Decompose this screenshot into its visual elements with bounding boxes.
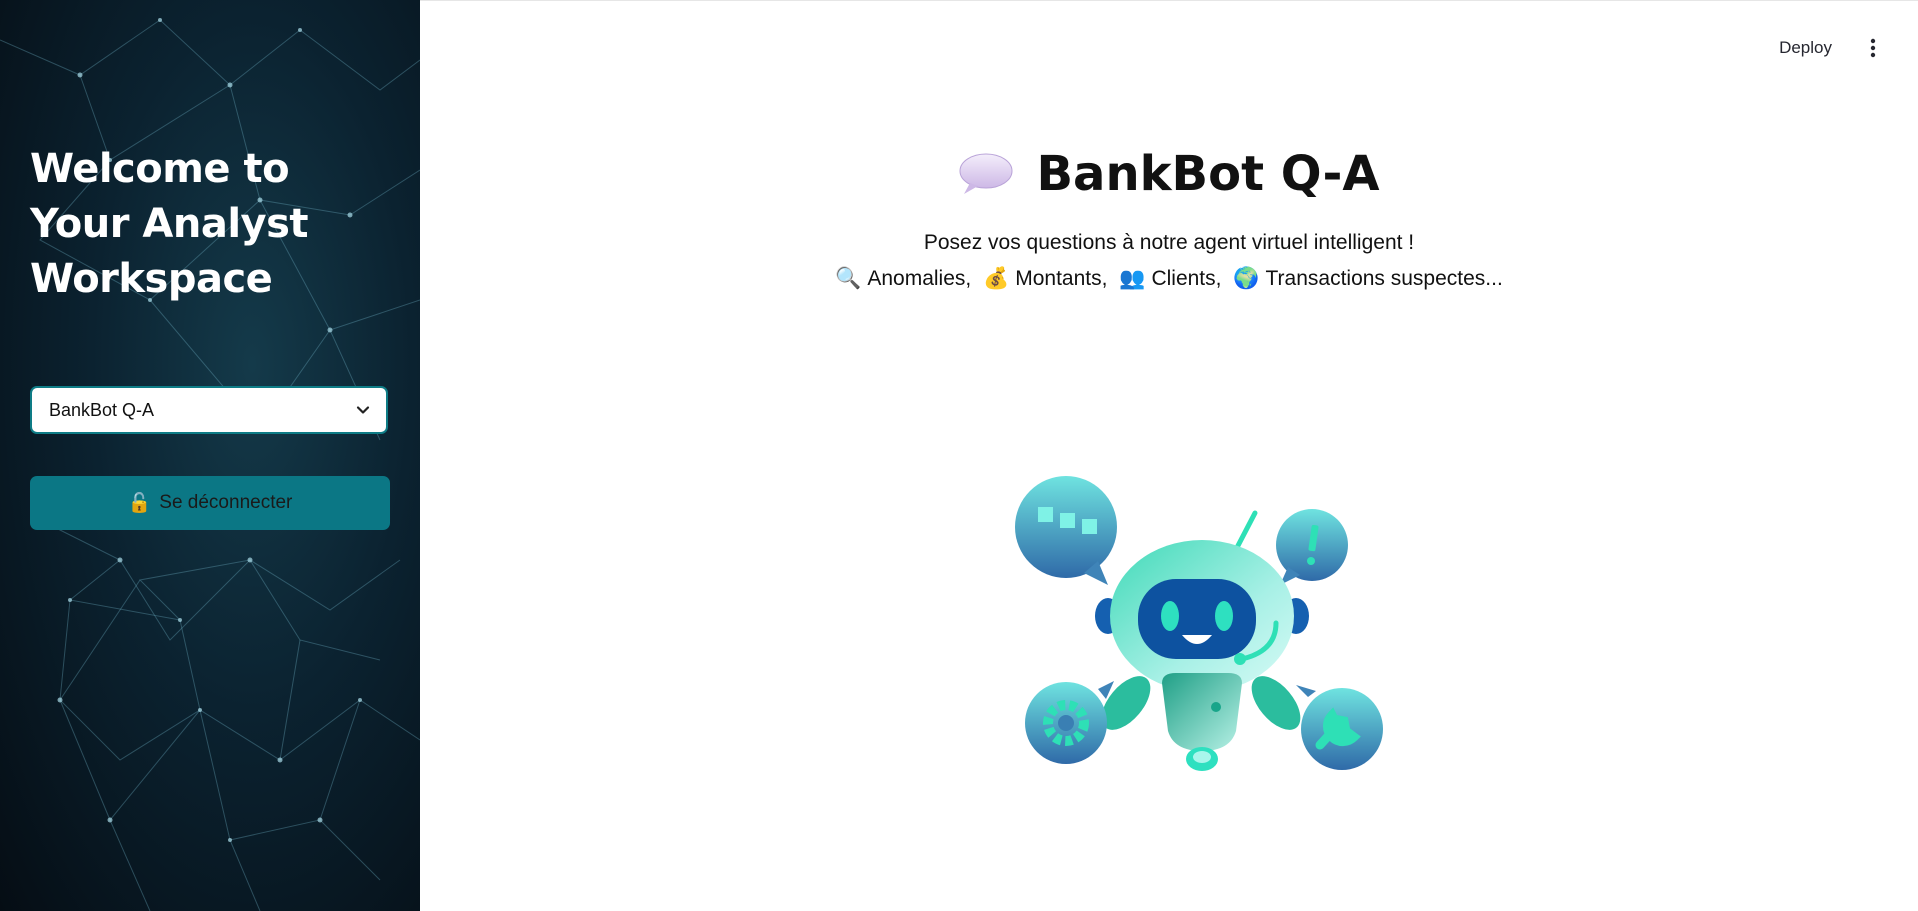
sidebar: Welcome to Your Analyst Workspace BankBo…	[0, 0, 420, 911]
page-subtitle: Posez vos questions à notre agent virtue…	[923, 231, 1415, 254]
logout-button[interactable]: 🔓 Se déconnecter	[30, 476, 390, 530]
vertical-dots-icon[interactable]	[1868, 37, 1878, 59]
sidebar-welcome-title: Welcome to Your Analyst Workspace	[30, 146, 309, 302]
page-title: BankBot Q-A	[1036, 146, 1380, 202]
magnifier-icon: 🔍	[835, 267, 862, 290]
unlock-icon: 🔓	[127, 493, 152, 514]
topic-label: Clients,	[1151, 267, 1222, 290]
wrench-bubble-icon	[1296, 685, 1383, 770]
deploy-button[interactable]: Deploy	[1773, 37, 1838, 59]
people-icon: 👥	[1119, 267, 1146, 290]
logout-label: Se déconnecter	[159, 492, 293, 513]
chat-bubble-icon	[1015, 476, 1117, 585]
page-select-value: BankBot Q-A	[49, 399, 155, 420]
topic-transactions: 🌍 Transactions suspectes...	[1233, 267, 1502, 291]
chatbot-robot-illustration	[1015, 476, 1383, 771]
page-heading: BankBot Q-A	[420, 146, 1918, 202]
topic-label: Montants,	[1015, 267, 1108, 290]
app-root: Welcome to Your Analyst Workspace BankBo…	[0, 0, 1918, 911]
topic-anomalies: 🔍 Anomalies,	[835, 267, 971, 291]
main-content: Deploy BankBot Q-A Posez vos questions à…	[420, 0, 1918, 911]
topic-label: Transactions suspectes...	[1265, 267, 1503, 290]
page-select[interactable]: BankBot Q-A	[30, 386, 388, 434]
topic-label: Anomalies,	[867, 267, 972, 290]
exclamation-bubble-icon	[1276, 509, 1348, 585]
network-background	[0, 18, 420, 911]
speech-bubble-icon	[959, 153, 1013, 194]
gear-bubble-icon	[1025, 681, 1114, 764]
topic-clients: 👥 Clients,	[1119, 267, 1221, 291]
topics-line: 🔍 Anomalies, 💰 Montants, 👥 Clients, 🌍 Transa…	[420, 267, 1918, 291]
money-bag-icon: 💰	[983, 267, 1010, 290]
topic-montants: 💰 Montants,	[983, 267, 1107, 291]
globe-icon: 🌍	[1233, 267, 1260, 290]
chevron-down-icon	[356, 406, 370, 414]
